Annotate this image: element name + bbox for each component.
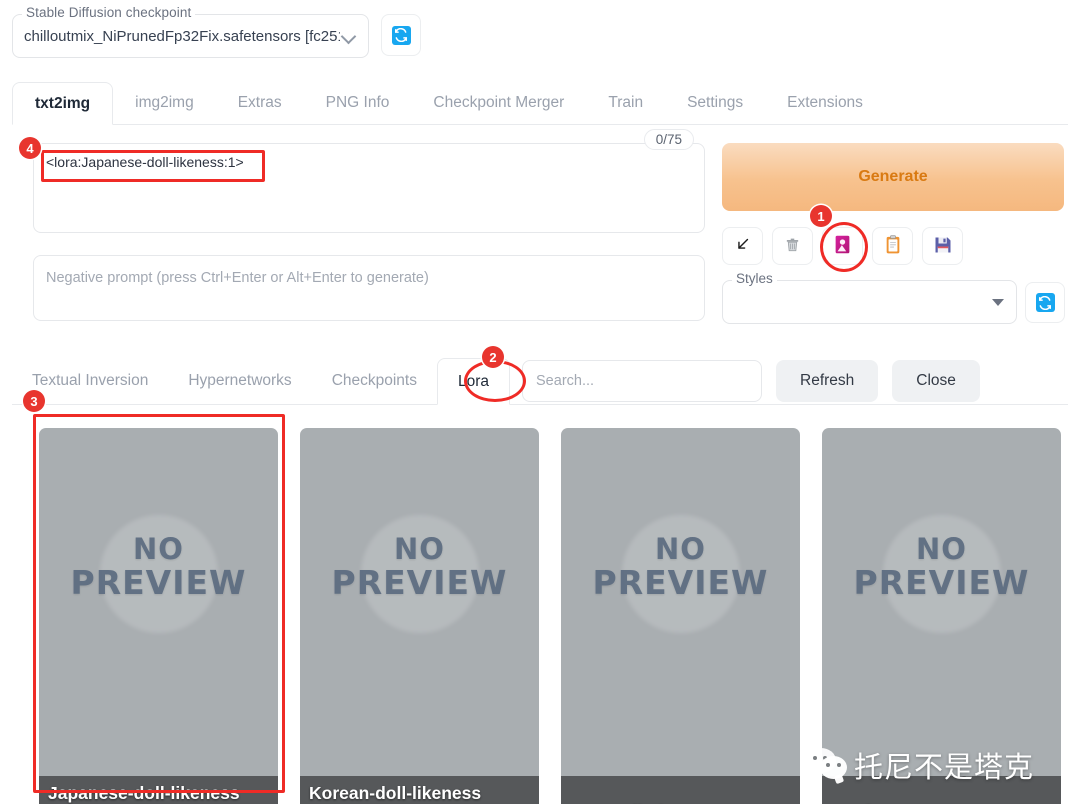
extra-networks-tab-checkpoints[interactable]: Checkpoints — [312, 358, 437, 404]
watermark-text: 托尼不是塔克 — [854, 744, 1034, 786]
save-style-button[interactable] — [922, 227, 963, 265]
checkpoint-refresh-button[interactable] — [381, 14, 421, 56]
badge-number: 2 — [489, 350, 496, 365]
prompt-area: 0/75 <lora:Japanese-doll-likeness:1> — [33, 143, 705, 233]
badge-number: 1 — [817, 209, 824, 224]
checkpoint-value: chilloutmix_NiPrunedFp32Fix.safetensors … — [24, 28, 340, 45]
extra-networks-refresh-button[interactable]: Refresh — [776, 360, 878, 402]
card-label: LORADilraba_v10 — [561, 776, 800, 804]
annotation-badge-3: 3 — [23, 390, 45, 412]
tab-checkpoint-merger[interactable]: Checkpoint Merger — [411, 82, 586, 124]
card-preview-image: NO PREVIEW — [822, 428, 1061, 776]
tab-txt2img[interactable]: txt2img — [12, 82, 113, 125]
tab-label: Hypernetworks — [188, 372, 291, 390]
refresh-label: Refresh — [800, 372, 854, 390]
no-preview-line1: NO — [39, 533, 278, 565]
tab-png-info[interactable]: PNG Info — [304, 82, 412, 124]
tab-label: Extensions — [787, 94, 863, 112]
main-tabbar: txt2img img2img Extras PNG Info Checkpoi… — [12, 82, 1068, 125]
extra-networks-close-button[interactable]: Close — [892, 360, 980, 402]
card-preview-image: NO PREVIEW — [39, 428, 278, 776]
sd-webui-window: Stable Diffusion checkpoint chilloutmix_… — [0, 0, 1080, 804]
annotation-badge-2: 2 — [482, 346, 504, 368]
tab-label: Lora — [458, 373, 489, 391]
prompt-tool-row — [722, 227, 963, 265]
tab-label: Settings — [687, 94, 743, 112]
styles-dropdown[interactable]: Styles — [722, 280, 1017, 324]
image-card-icon — [835, 235, 850, 257]
arrow-down-left-icon — [734, 236, 751, 256]
annotation-badge-1: 1 — [810, 205, 832, 227]
tab-label: Checkpoints — [332, 372, 417, 390]
lora-card[interactable]: NO PREVIEW LORADilraba_v10 — [561, 428, 800, 804]
checkpoint-row: Stable Diffusion checkpoint chilloutmix_… — [12, 14, 421, 58]
lora-card[interactable]: NO PREVIEW Korean-doll-likeness — [300, 428, 539, 804]
tab-label: Extras — [238, 94, 282, 112]
tab-extensions[interactable]: Extensions — [765, 82, 885, 124]
tab-label: Textual Inversion — [32, 372, 148, 390]
no-preview-line2: PREVIEW — [561, 565, 800, 601]
negative-prompt-textarea[interactable]: Negative prompt (press Ctrl+Enter or Alt… — [33, 255, 705, 321]
annotation-badge-4: 4 — [19, 137, 41, 159]
no-preview-text: NO PREVIEW — [561, 533, 800, 601]
restore-progress-button[interactable] — [722, 227, 763, 265]
no-preview-line1: NO — [822, 533, 1061, 565]
extra-networks-tab-hypernetworks[interactable]: Hypernetworks — [168, 358, 311, 404]
styles-label: Styles — [732, 271, 777, 286]
clear-prompt-button[interactable] — [772, 227, 813, 265]
prompt-textarea[interactable]: <lora:Japanese-doll-likeness:1> — [33, 143, 705, 233]
card-label: Japanese-doll-likeness — [39, 776, 278, 804]
extra-networks-search-input[interactable]: Search... — [522, 360, 762, 402]
no-preview-text: NO PREVIEW — [822, 533, 1061, 601]
extra-networks-tabbar: Textual Inversion Hypernetworks Checkpoi… — [12, 358, 1068, 405]
card-preview-image: NO PREVIEW — [300, 428, 539, 776]
generate-button[interactable]: Generate — [722, 143, 1064, 211]
lora-card[interactable]: NO PREVIEW Japanese-doll-likeness — [39, 428, 278, 804]
no-preview-line2: PREVIEW — [39, 565, 278, 601]
no-preview-line1: NO — [561, 533, 800, 565]
tab-extras[interactable]: Extras — [216, 82, 304, 124]
tab-label: PNG Info — [326, 94, 390, 112]
card-preview-image: NO PREVIEW — [561, 428, 800, 776]
tab-label: img2img — [135, 94, 194, 112]
negative-prompt-area: Negative prompt (press Ctrl+Enter or Alt… — [33, 255, 705, 321]
close-label: Close — [916, 372, 956, 390]
tab-train[interactable]: Train — [586, 82, 665, 124]
no-preview-line2: PREVIEW — [822, 565, 1061, 601]
card-label: Korean-doll-likeness — [300, 776, 539, 804]
refresh-icon — [392, 26, 411, 45]
tab-img2img[interactable]: img2img — [113, 82, 216, 124]
badge-number: 4 — [26, 141, 33, 156]
no-preview-line2: PREVIEW — [300, 565, 539, 601]
tab-label: txt2img — [35, 95, 90, 113]
refresh-icon — [1036, 293, 1055, 312]
tab-label: Train — [608, 94, 643, 112]
chevron-down-icon — [340, 27, 358, 45]
badge-number: 3 — [30, 394, 37, 409]
tab-label: Checkpoint Merger — [433, 94, 564, 112]
no-preview-text: NO PREVIEW — [300, 533, 539, 601]
tab-settings[interactable]: Settings — [665, 82, 765, 124]
no-preview-text: NO PREVIEW — [39, 533, 278, 601]
show-extra-networks-button[interactable] — [822, 227, 863, 265]
clipboard-icon — [885, 235, 901, 257]
no-preview-line1: NO — [300, 533, 539, 565]
checkpoint-dropdown[interactable]: Stable Diffusion checkpoint chilloutmix_… — [12, 14, 369, 58]
wechat-icon — [806, 748, 850, 782]
generate-label: Generate — [858, 168, 927, 186]
apply-style-button[interactable] — [872, 227, 913, 265]
search-placeholder: Search... — [536, 373, 594, 389]
trash-icon — [784, 236, 801, 257]
styles-refresh-button[interactable] — [1025, 282, 1065, 323]
token-counter: 0/75 — [644, 129, 694, 150]
floppy-disk-icon — [934, 236, 952, 257]
caret-down-icon — [992, 299, 1004, 306]
wechat-watermark: 托尼不是塔克 — [806, 744, 1034, 786]
checkpoint-label: Stable Diffusion checkpoint — [22, 5, 195, 20]
